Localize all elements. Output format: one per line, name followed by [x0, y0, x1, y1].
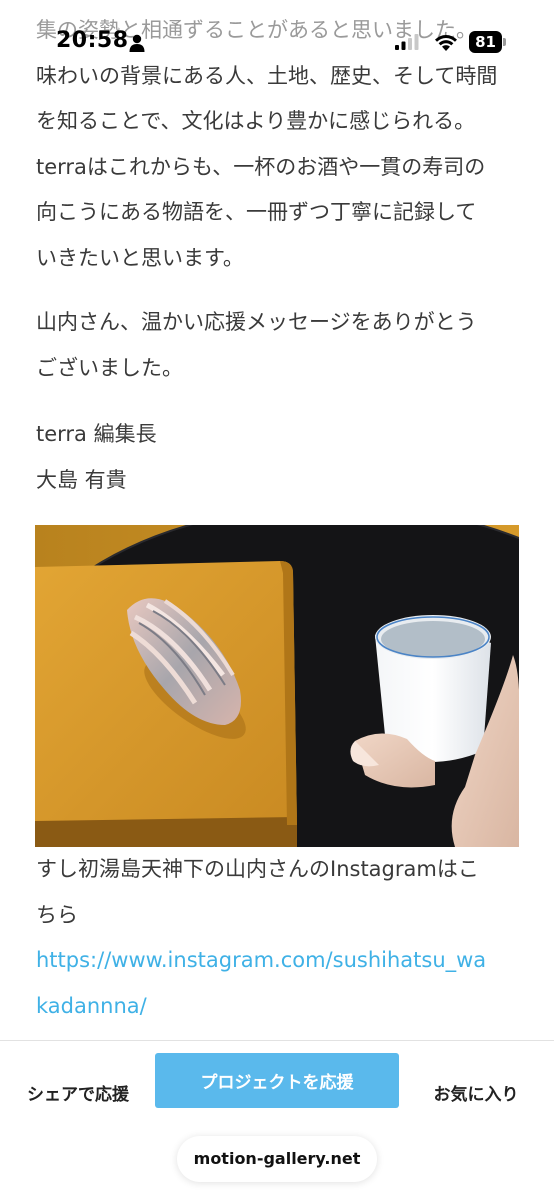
caption-line: すし初湯島天神下の山内さんのInstagramはこ	[36, 857, 479, 881]
paragraph-line: 山内さん、温かい応援メッセージをありがとう	[36, 310, 477, 334]
paragraph-line: ございました。	[36, 355, 183, 380]
paragraph-line: を知ることで、文化はより豊かに感じられる。	[36, 109, 476, 133]
status-bar: 20:58 81	[0, 22, 554, 62]
sushi-sake-photo	[35, 525, 519, 847]
signature-role: terra 編集長	[36, 422, 157, 446]
instagram-link[interactable]: https://www.instagram.com/sushihatsu_wa	[36, 938, 520, 984]
browser-url-pill[interactable]: motion-gallery.net	[177, 1136, 377, 1182]
favorite-button[interactable]: お気に入り	[408, 1059, 544, 1125]
signature-name: 大島 有貴	[36, 467, 127, 492]
battery-indicator: 81	[469, 31, 507, 53]
battery-level: 81	[469, 31, 502, 53]
status-time: 20:58	[56, 28, 129, 53]
caption-line: ちら	[36, 902, 78, 927]
paragraph-line: いきたいと思います。	[36, 245, 244, 270]
paragraph-line: terraはこれからも、一杯のお酒や一貫の寿司の	[36, 154, 486, 179]
cellular-signal-icon	[395, 34, 419, 50]
article-paragraph-thanks: 山内さん、温かい応援メッセージをありがとう ございました。	[36, 300, 520, 391]
person-icon	[129, 34, 145, 52]
article-signature: terra 編集長 大島 有貴	[36, 412, 520, 503]
link-line[interactable]: https://www.instagram.com/sushihatsu_wa	[36, 948, 486, 972]
battery-tip	[503, 38, 506, 46]
paragraph-line: 向こうにある物語を、一冊ずつ丁寧に記録して	[36, 200, 477, 224]
support-project-button[interactable]: プロジェクトを応援	[155, 1053, 399, 1108]
site-url: motion-gallery.net	[193, 1149, 361, 1168]
instagram-link-continued[interactable]: kadannna/	[36, 984, 520, 1030]
share-support-button[interactable]: シェアで応援	[10, 1059, 146, 1125]
wifi-icon	[435, 35, 457, 51]
link-line[interactable]: kadannna/	[36, 994, 147, 1018]
bottom-action-bar: シェアで応援 プロジェクトを応援 お気に入り motion-gallery.ne…	[0, 1040, 554, 1200]
